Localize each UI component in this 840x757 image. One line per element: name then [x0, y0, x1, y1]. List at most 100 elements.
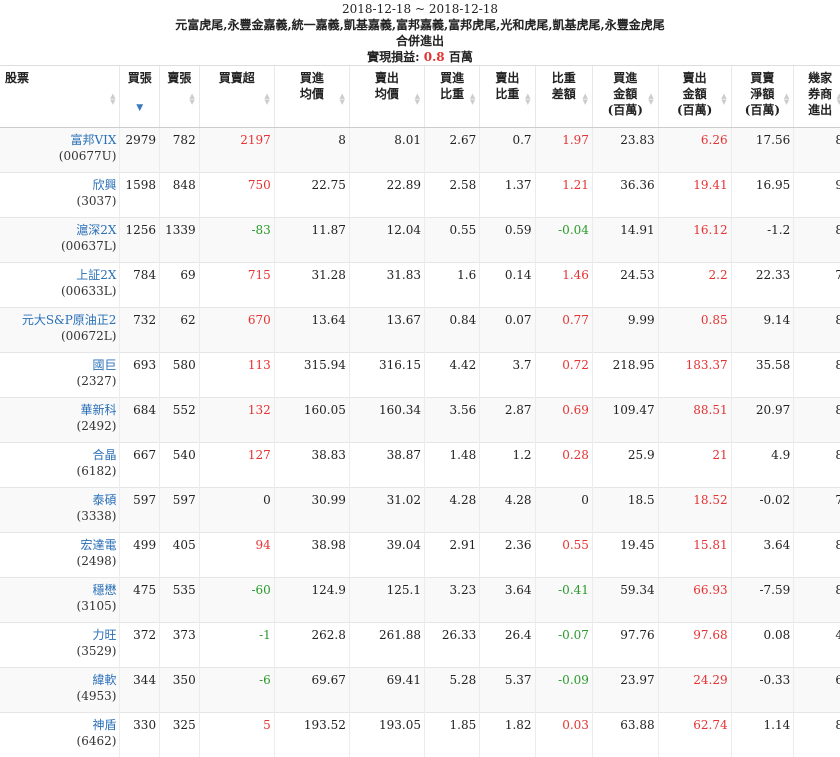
- sort-down-icon: ▼: [110, 99, 115, 105]
- stock-name-link[interactable]: 神盾: [3, 717, 116, 733]
- cell-buy-amt: 97.76: [592, 623, 658, 668]
- stock-cell: 華新科(2492): [0, 398, 120, 443]
- cell-sell-avg: 22.89: [349, 173, 424, 218]
- cell-buy-w: 0.55: [424, 218, 479, 263]
- stock-name-link[interactable]: 力旺: [3, 627, 116, 643]
- sort-arrows-icon[interactable]: ▲▼: [648, 93, 653, 105]
- table-row: 上証2X(00633L)7846971531.2831.831.60.141.4…: [0, 263, 840, 308]
- cell-buy-avg: 38.98: [274, 533, 349, 578]
- cell-buy-amt: 63.88: [592, 713, 658, 757]
- column-header-2[interactable]: 賣張▲▼: [160, 66, 200, 128]
- stock-cell: 緯軟(4953): [0, 668, 120, 713]
- stock-name-link[interactable]: 上証2X: [3, 267, 116, 283]
- cell-buy: 1598: [120, 173, 160, 218]
- column-header-label: 幾家券商進出: [808, 70, 832, 118]
- sort-arrows-icon[interactable]: ▲▼: [189, 93, 194, 105]
- cell-brokers: 7: [794, 263, 840, 308]
- column-header-12[interactable]: 幾家券商進出 ▲▼: [794, 66, 840, 128]
- column-header-5[interactable]: 賣出均價▲▼: [349, 66, 424, 128]
- stock-name-link[interactable]: 元大S&P原油正2: [3, 312, 116, 328]
- cell-sell-w: 0.07: [480, 308, 535, 353]
- cell-buy: 1256: [120, 218, 160, 263]
- column-header-11[interactable]: 買賣淨額(百萬) ▲▼: [731, 66, 794, 128]
- cell-buy-amt: 59.34: [592, 578, 658, 623]
- cell-diff-w: -0.07: [535, 623, 592, 668]
- sort-arrows-icon[interactable]: ▲▼: [340, 93, 345, 105]
- stock-name-link[interactable]: 滬深2X: [3, 222, 116, 238]
- cell-buy: 372: [120, 623, 160, 668]
- column-header-10[interactable]: 賣出金額(百萬)▲▼: [658, 66, 731, 128]
- realized-pnl: 實現損益: 0.8 百萬: [0, 49, 840, 65]
- stock-name-link[interactable]: 富邦VIX: [3, 132, 116, 148]
- table-header-row: 股票▲▼買張▼賣張▲▼買賣超▲▼買進均價▲▼賣出均價▲▼買進比重▲▼賣出比重▲▼…: [0, 66, 840, 128]
- column-header-label: 買進金額(百萬): [608, 70, 643, 118]
- table-row: 力旺(3529)372373-1262.8261.8826.3326.4-0.0…: [0, 623, 840, 668]
- cell-diff-w: -0.04: [535, 218, 592, 263]
- stock-name-link[interactable]: 欣興: [3, 177, 116, 193]
- sort-arrows-icon[interactable]: ▲▼: [784, 93, 789, 105]
- stock-code: (3037): [3, 193, 116, 209]
- cell-net-amt: 4.9: [731, 443, 794, 488]
- cell-sell-amt: 2.2: [658, 263, 731, 308]
- column-header-3[interactable]: 買賣超▲▼: [199, 66, 274, 128]
- cell-brokers: 4: [794, 623, 840, 668]
- cell-buy-avg: 315.94: [274, 353, 349, 398]
- stock-name-link[interactable]: 國巨: [3, 357, 116, 373]
- cell-net: 2197: [199, 128, 274, 173]
- sort-arrows-icon[interactable]: ▲▼: [415, 93, 420, 105]
- column-header-6[interactable]: 買進比重▲▼: [424, 66, 479, 128]
- sort-arrows-icon[interactable]: ▲▼: [721, 93, 726, 105]
- cell-sell-avg: 8.01: [349, 128, 424, 173]
- column-header-0[interactable]: 股票▲▼: [0, 66, 120, 128]
- sort-arrows-icon[interactable]: ▲▼: [264, 93, 269, 105]
- sort-arrows-icon[interactable]: ▼: [136, 105, 143, 111]
- sort-arrows-icon[interactable]: ▲▼: [110, 93, 115, 105]
- cell-sell-avg: 38.87: [349, 443, 424, 488]
- cell-buy-w: 26.33: [424, 623, 479, 668]
- column-header-4[interactable]: 買進均價▲▼: [274, 66, 349, 128]
- sort-arrows-icon[interactable]: ▲▼: [583, 93, 588, 105]
- cell-sell-amt: 88.51: [658, 398, 731, 443]
- cell-buy-avg: 193.52: [274, 713, 349, 757]
- stock-cell: 力旺(3529): [0, 623, 120, 668]
- cell-sell-w: 3.7: [480, 353, 535, 398]
- column-header-label: 買賣淨額(百萬): [745, 70, 780, 118]
- cell-buy-avg: 22.75: [274, 173, 349, 218]
- sort-arrows-icon[interactable]: ▲▼: [837, 93, 840, 105]
- cell-net-amt: 20.97: [731, 398, 794, 443]
- column-header-9[interactable]: 買進金額(百萬) ▲▼: [592, 66, 658, 128]
- stock-name-link[interactable]: 華新科: [3, 402, 116, 418]
- table-row: 合晶(6182)66754012738.8338.871.481.20.2825…: [0, 443, 840, 488]
- broker-list: 元富虎尾,永豐金嘉義,統一嘉義,凱基嘉義,富邦嘉義,富邦虎尾,光和虎尾,凱基虎尾…: [0, 17, 840, 33]
- cell-sell-amt: 66.93: [658, 578, 731, 623]
- stock-name-link[interactable]: 緯軟: [3, 672, 116, 688]
- stock-code: (2327): [3, 373, 116, 389]
- sort-down-icon: ▼: [837, 99, 840, 105]
- cell-diff-w: 1.97: [535, 128, 592, 173]
- stock-name-link[interactable]: 泰碩: [3, 492, 116, 508]
- pnl-value: 0.8: [424, 50, 445, 64]
- table-row: 國巨(2327)693580113315.94316.154.423.70.72…: [0, 353, 840, 398]
- cell-buy-w: 5.28: [424, 668, 479, 713]
- cell-buy: 597: [120, 488, 160, 533]
- cell-net-amt: 9.14: [731, 308, 794, 353]
- cell-sell-w: 26.4: [480, 623, 535, 668]
- sort-down-icon: ▼: [721, 99, 726, 105]
- stock-cell: 國巨(2327): [0, 353, 120, 398]
- sort-arrows-icon[interactable]: ▲▼: [470, 93, 475, 105]
- cell-sell-amt: 24.29: [658, 668, 731, 713]
- stock-name-link[interactable]: 合晶: [3, 447, 116, 463]
- pnl-label: 實現損益:: [367, 50, 419, 64]
- column-header-7[interactable]: 賣出比重▲▼: [480, 66, 535, 128]
- stock-name-link[interactable]: 穩懋: [3, 582, 116, 598]
- cell-sell-avg: 316.15: [349, 353, 424, 398]
- sort-down-icon: ▼: [470, 99, 475, 105]
- sort-arrows-icon[interactable]: ▲▼: [525, 93, 530, 105]
- column-header-8[interactable]: 比重差額▲▼: [535, 66, 592, 128]
- stock-name-link[interactable]: 宏達電: [3, 537, 116, 553]
- cell-sell-amt: 97.68: [658, 623, 731, 668]
- stock-cell: 欣興(3037): [0, 173, 120, 218]
- column-header-1[interactable]: 買張▼: [120, 66, 160, 128]
- cell-net-amt: 16.95: [731, 173, 794, 218]
- cell-buy: 344: [120, 668, 160, 713]
